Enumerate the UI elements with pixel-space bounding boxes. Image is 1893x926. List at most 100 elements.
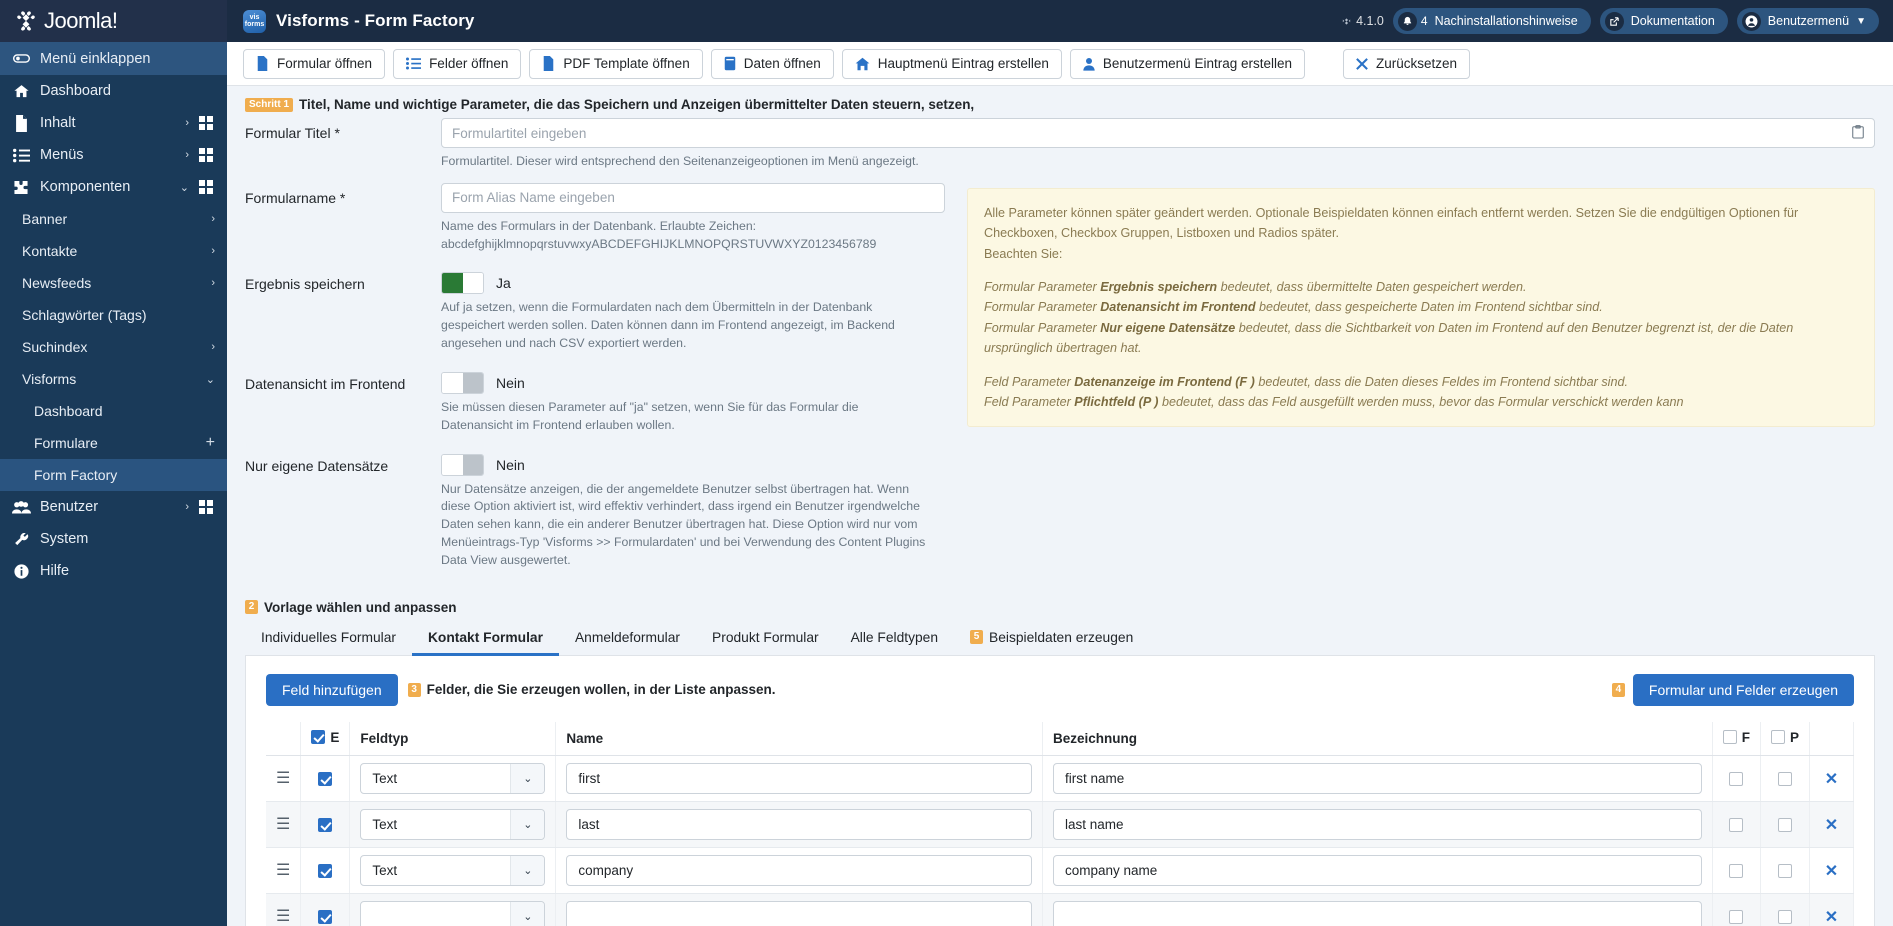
row-frontend-checkbox[interactable] (1729, 863, 1744, 878)
open-fields-button[interactable]: Felder öffnen (393, 48, 522, 79)
add-field-button[interactable]: Feld hinzufügen (266, 673, 398, 706)
fieldtype-select[interactable]: Text ⌄ (360, 855, 546, 887)
enabled-header-checkbox-wrap[interactable]: E (311, 730, 339, 745)
grid-icon[interactable] (199, 148, 215, 162)
sidebar-item-hilfe[interactable]: Hilfe (0, 555, 227, 587)
row-enabled-checkbox[interactable] (318, 909, 333, 924)
reset-button[interactable]: Zurücksetzen (1343, 48, 1471, 79)
drag-cell[interactable]: ☰ (266, 801, 302, 849)
delete-row-icon[interactable]: ✕ (1825, 817, 1838, 834)
field-name-input[interactable]: last (566, 809, 1033, 841)
sidebar-item-banner[interactable]: Banner › (0, 203, 227, 235)
grid-icon[interactable] (199, 180, 215, 194)
required-cell[interactable] (1760, 755, 1811, 803)
drag-handle-icon[interactable]: ☰ (276, 770, 290, 787)
form-title-input[interactable]: Formulartitel eingeben (441, 118, 1875, 148)
tab-beispieldaten-erzeugen[interactable]: 5 Beispieldaten erzeugen (954, 621, 1149, 656)
sidebar-item-visforms-dashboard[interactable]: Dashboard (0, 395, 227, 427)
field-name-input[interactable]: first (566, 763, 1033, 795)
frontend-cell[interactable] (1712, 755, 1761, 803)
field-caption-input[interactable]: company name (1053, 855, 1702, 887)
frontend-cell[interactable] (1712, 801, 1761, 849)
frontend-view-toggle[interactable] (441, 371, 484, 394)
chevron-down-icon[interactable]: ⌄ (510, 764, 545, 794)
frontend-cell[interactable] (1712, 893, 1761, 926)
row-required-checkbox[interactable] (1777, 909, 1792, 924)
row-required-checkbox[interactable] (1777, 863, 1792, 878)
enabled-cell[interactable] (300, 801, 351, 849)
notifications-button[interactable]: 4 Nachinstallationshinweise (1392, 8, 1591, 34)
sidebar-item-dashboard[interactable]: Dashboard (0, 75, 227, 107)
sidebar-item-benutzer[interactable]: Benutzer › (0, 491, 227, 523)
row-required-checkbox[interactable] (1777, 817, 1792, 832)
drag-handle-icon[interactable]: ☰ (276, 816, 290, 833)
row-frontend-checkbox[interactable] (1729, 909, 1744, 924)
sidebar-item-newsfeeds[interactable]: Newsfeeds › (0, 267, 227, 299)
chevron-down-icon[interactable]: ⌄ (510, 810, 545, 840)
required-cell[interactable] (1760, 801, 1811, 849)
frontend-header-checkbox-wrap[interactable]: F (1722, 730, 1750, 745)
tab-kontakt-formular[interactable]: Kontakt Formular (411, 621, 559, 656)
field-caption-input[interactable]: last name (1053, 809, 1702, 841)
row-enabled-checkbox[interactable] (318, 771, 333, 786)
required-cell[interactable] (1760, 893, 1811, 926)
field-name-input[interactable]: company (566, 855, 1033, 887)
delete-cell[interactable]: ✕ (1809, 893, 1854, 926)
open-data-button[interactable]: Daten öffnen (710, 48, 834, 79)
delete-row-icon[interactable]: ✕ (1825, 863, 1838, 880)
sidebar-item-system[interactable]: System (0, 523, 227, 555)
create-main-menu-item-button[interactable]: Hauptmenü Eintrag erstellen (841, 48, 1062, 79)
sidebar-item-komponenten[interactable]: Komponenten ⌄ (0, 171, 227, 203)
clipboard-icon[interactable] (1852, 124, 1864, 142)
joomla-logo[interactable]: Joomla! (0, 0, 227, 42)
sidebar-item-form-factory[interactable]: Form Factory (0, 459, 227, 491)
drag-handle-icon[interactable]: ☰ (276, 862, 290, 879)
sidebar-item-suchindex[interactable]: Suchindex › (0, 331, 227, 363)
documentation-button[interactable]: Dokumentation (1599, 8, 1728, 34)
required-header-checkbox[interactable] (1770, 730, 1785, 745)
open-form-button[interactable]: Formular öffnen (243, 48, 386, 79)
tab-alle-feldtypen[interactable]: Alle Feldtypen (835, 621, 954, 656)
fieldtype-select[interactable]: Text ⌄ (360, 763, 546, 795)
fieldtype-select[interactable]: Text ⌄ (360, 809, 546, 841)
field-caption-input[interactable] (1053, 901, 1702, 926)
row-enabled-checkbox[interactable] (318, 863, 333, 878)
drag-cell[interactable]: ☰ (266, 893, 302, 926)
own-records-toggle[interactable] (441, 453, 484, 476)
row-frontend-checkbox[interactable] (1729, 817, 1744, 832)
delete-cell[interactable]: ✕ (1809, 755, 1854, 803)
field-name-input[interactable] (566, 901, 1033, 926)
field-caption-input[interactable]: first name (1053, 763, 1702, 795)
enabled-cell[interactable] (300, 755, 351, 803)
tab-anmeldeformular[interactable]: Anmeldeformular (559, 621, 696, 656)
grid-icon[interactable] (199, 116, 215, 130)
sidebar-item-collapse[interactable]: Menü einklappen (0, 42, 227, 75)
delete-cell[interactable]: ✕ (1809, 801, 1854, 849)
chevron-down-icon[interactable]: ⌄ (510, 856, 545, 886)
delete-row-icon[interactable]: ✕ (1825, 909, 1838, 926)
open-pdf-template-button[interactable]: PDF Template öffnen (529, 48, 703, 79)
sidebar-item-kontakte[interactable]: Kontakte › (0, 235, 227, 267)
drag-cell[interactable]: ☰ (266, 847, 302, 895)
fieldtype-select[interactable]: ⌄ (360, 901, 546, 926)
user-menu-button[interactable]: Benutzermenü ▼ (1736, 8, 1879, 34)
sidebar-item-tags[interactable]: Schlagwörter (Tags) (0, 299, 227, 331)
sidebar-item-visforms[interactable]: Visforms ⌄ (0, 363, 227, 395)
required-header-checkbox-wrap[interactable]: P (1770, 730, 1799, 745)
enabled-cell[interactable] (300, 847, 351, 895)
sidebar-item-inhalt[interactable]: Inhalt › (0, 107, 227, 139)
frontend-header-checkbox[interactable] (1722, 730, 1737, 745)
required-cell[interactable] (1760, 847, 1811, 895)
sidebar-item-menues[interactable]: Menüs › (0, 139, 227, 171)
tab-individuelles-formular[interactable]: Individuelles Formular (245, 621, 412, 656)
row-frontend-checkbox[interactable] (1729, 771, 1744, 786)
row-enabled-checkbox[interactable] (318, 817, 333, 832)
tab-produkt-formular[interactable]: Produkt Formular (696, 621, 835, 656)
delete-row-icon[interactable]: ✕ (1825, 771, 1838, 788)
delete-cell[interactable]: ✕ (1809, 847, 1854, 895)
sidebar-item-formulare[interactable]: Formulare + (0, 427, 227, 459)
form-name-input[interactable]: Form Alias Name eingeben (441, 182, 945, 213)
row-required-checkbox[interactable] (1777, 771, 1792, 786)
chevron-down-icon[interactable]: ⌄ (510, 902, 545, 926)
plus-icon[interactable]: + (206, 434, 215, 452)
